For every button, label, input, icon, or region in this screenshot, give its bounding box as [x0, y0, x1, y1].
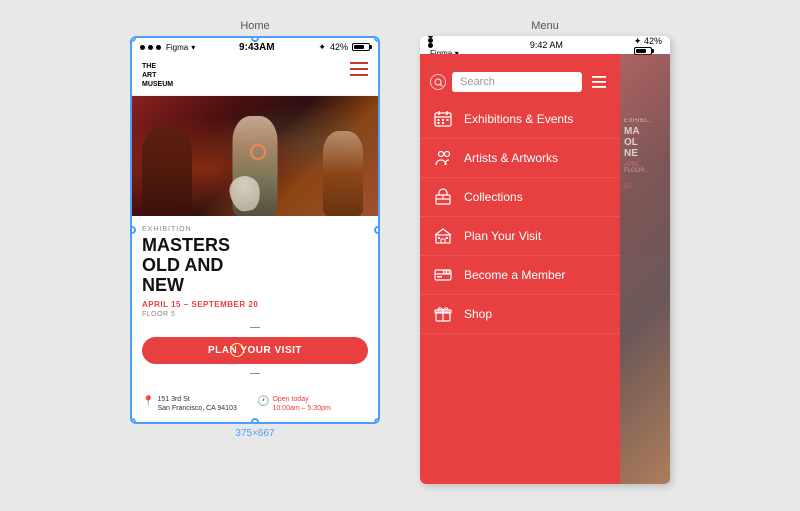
handle-tr: [374, 36, 380, 42]
shop-label: Shop: [464, 307, 492, 321]
peek-exhibition-label: EXHIBI...: [624, 118, 666, 124]
handle-bl: [130, 418, 136, 424]
dot1: [140, 45, 145, 50]
footer-info: 📍 151 3rd StSan Francisco, CA 94103 🕐 Op…: [132, 389, 378, 423]
footer-hours-block: 🕐 Open today 10:00am – 5:30pm: [257, 395, 368, 415]
menu-status-bar: Figma ▾ 9:42 AM ✦ 42%: [420, 36, 670, 54]
dot2: [148, 45, 153, 50]
museum-logo: THE ART MUSEUM: [142, 62, 173, 89]
signal-icon: ▾: [191, 43, 195, 52]
building-icon: [432, 227, 454, 245]
menu-battery-tip: [652, 49, 654, 53]
handle-br: [374, 418, 380, 424]
hamburger-button[interactable]: [350, 62, 368, 76]
home-peek: EXHIBI... MAOLNE APRI... FLOOR... 15...: [620, 54, 670, 484]
visit-label: Plan Your Visit: [464, 229, 541, 243]
artists-label: Artists & Artworks: [464, 151, 558, 165]
peek-floor: FLOOR...: [624, 168, 666, 174]
menu-battery-pct: 42%: [644, 36, 662, 46]
location-icon: 📍: [142, 396, 154, 407]
search-placeholder: Search: [460, 76, 495, 88]
menu-item-artists[interactable]: Artists & Artworks: [420, 139, 620, 178]
member-label: Become a Member: [464, 268, 565, 282]
home-phone-frame: Figma ▾ 9:43AM ✦ 42% THE ART MUSEUM: [130, 36, 380, 424]
peek-title: MAOLNE: [624, 126, 666, 159]
menu-item-member[interactable]: Become a Member: [420, 256, 620, 295]
footer-address-block: 📍 151 3rd StSan Francisco, CA 94103: [142, 395, 253, 415]
exhibition-dates: APRIL 15 – SEPTEMBER 20: [142, 300, 368, 309]
figure-left: [142, 126, 192, 216]
footer-hours: Open today 10:00am – 5:30pm: [272, 395, 330, 415]
hero-image: [132, 96, 378, 216]
exhibition-floor: FLOOR 5: [142, 311, 368, 318]
bluetooth-icon: ✦: [318, 42, 326, 53]
menu-status-right: ✦ 42%: [634, 36, 662, 55]
exhibitions-label: Exhibitions & Events: [464, 112, 573, 126]
menu-status-time: 9:42 AM: [530, 40, 563, 50]
exhibition-label: EXHIBITION: [142, 226, 368, 233]
top-nav: THE ART MUSEUM: [132, 56, 378, 96]
battery-bar: [352, 43, 370, 51]
box-icon: [432, 188, 454, 206]
menu-overlay: Search: [420, 54, 670, 484]
card-icon: [432, 266, 454, 284]
status-time: 9:43AM: [239, 42, 275, 53]
divider-dash-2: —: [142, 368, 368, 379]
dot3: [156, 45, 161, 50]
menu-sidebar: Search: [420, 54, 620, 484]
menu-battery-fill: [636, 49, 647, 53]
size-label: 375×667: [235, 428, 274, 439]
person-icon: [432, 149, 454, 167]
menu-search-row: Search: [420, 64, 620, 100]
home-frame-label: Home: [240, 20, 269, 32]
handle-bm: [251, 418, 259, 424]
clock-icon: 🕐: [257, 396, 269, 407]
status-right: ✦ 42%: [318, 42, 370, 53]
search-input[interactable]: Search: [452, 72, 582, 92]
menu-item-visit[interactable]: Plan Your Visit: [420, 217, 620, 256]
menu-item-exhibitions[interactable]: Exhibitions & Events: [420, 100, 620, 139]
close-menu-icon[interactable]: [588, 76, 610, 88]
collections-label: Collections: [464, 190, 523, 204]
battery-pct: 42%: [330, 42, 348, 52]
search-icon: [430, 74, 446, 90]
carrier-name: Figma: [166, 43, 188, 52]
calendar-icon: [432, 110, 454, 128]
menu-frame-label: Menu: [531, 20, 559, 32]
peek-content: EXHIBI... MAOLNE APRI... FLOOR... 15...: [620, 54, 670, 194]
handle-mr: [374, 226, 380, 234]
menu-bluetooth-icon: ✦: [634, 36, 642, 46]
figure-right: [323, 131, 363, 216]
menu-phone-frame: Figma ▾ 9:42 AM ✦ 42%: [420, 36, 670, 484]
home-frame-wrapper: Home Figma ▾ 9:43AM ✦ 42%: [130, 20, 380, 439]
plan-visit-button[interactable]: Plan Your Visit: [142, 337, 368, 364]
button-circle-ornament: [230, 343, 244, 357]
exhibition-info: EXHIBITION MASTERS OLD AND NEW APRIL 15 …: [132, 216, 378, 388]
menu-frame-wrapper: Menu Figma ▾ 9:42 AM ✦ 42%: [420, 20, 670, 484]
menu-item-collections[interactable]: Collections: [420, 178, 620, 217]
battery-fill: [354, 45, 365, 49]
exhibition-title: MASTERS OLD AND NEW: [142, 236, 368, 295]
divider-dash: —: [142, 322, 368, 333]
carrier-dots: Figma ▾: [140, 43, 195, 52]
gift-icon: [432, 305, 454, 323]
footer-address: 151 3rd StSan Francisco, CA 94103: [157, 395, 236, 415]
peek-address: 15...: [624, 184, 666, 190]
menu-item-shop[interactable]: Shop: [420, 295, 620, 334]
battery-tip: [370, 45, 372, 49]
